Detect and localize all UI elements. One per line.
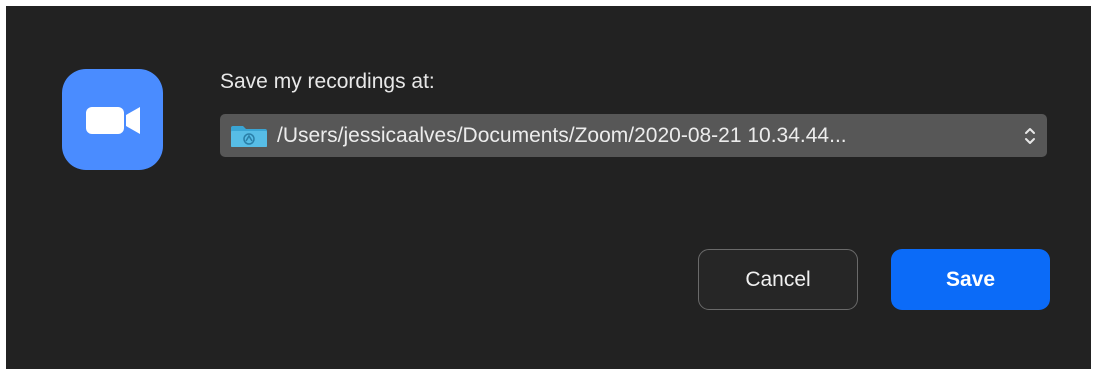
cancel-button[interactable]: Cancel [698, 249, 858, 310]
screenshot-frame: Save my recordings at: /Users/jessicaalv… [0, 0, 1097, 374]
zoom-video-camera-icon [62, 69, 163, 170]
save-recordings-dialog: Save my recordings at: /Users/jessicaalv… [6, 6, 1091, 369]
save-location-label: Save my recordings at: [220, 70, 435, 93]
save-button[interactable]: Save [891, 249, 1050, 310]
recording-path-select[interactable]: /Users/jessicaalves/Documents/Zoom/2020-… [220, 114, 1047, 157]
up-down-chevron-icon [1025, 128, 1035, 144]
recording-path-value: /Users/jessicaalves/Documents/Zoom/2020-… [277, 124, 847, 147]
folder-icon [231, 126, 267, 147]
